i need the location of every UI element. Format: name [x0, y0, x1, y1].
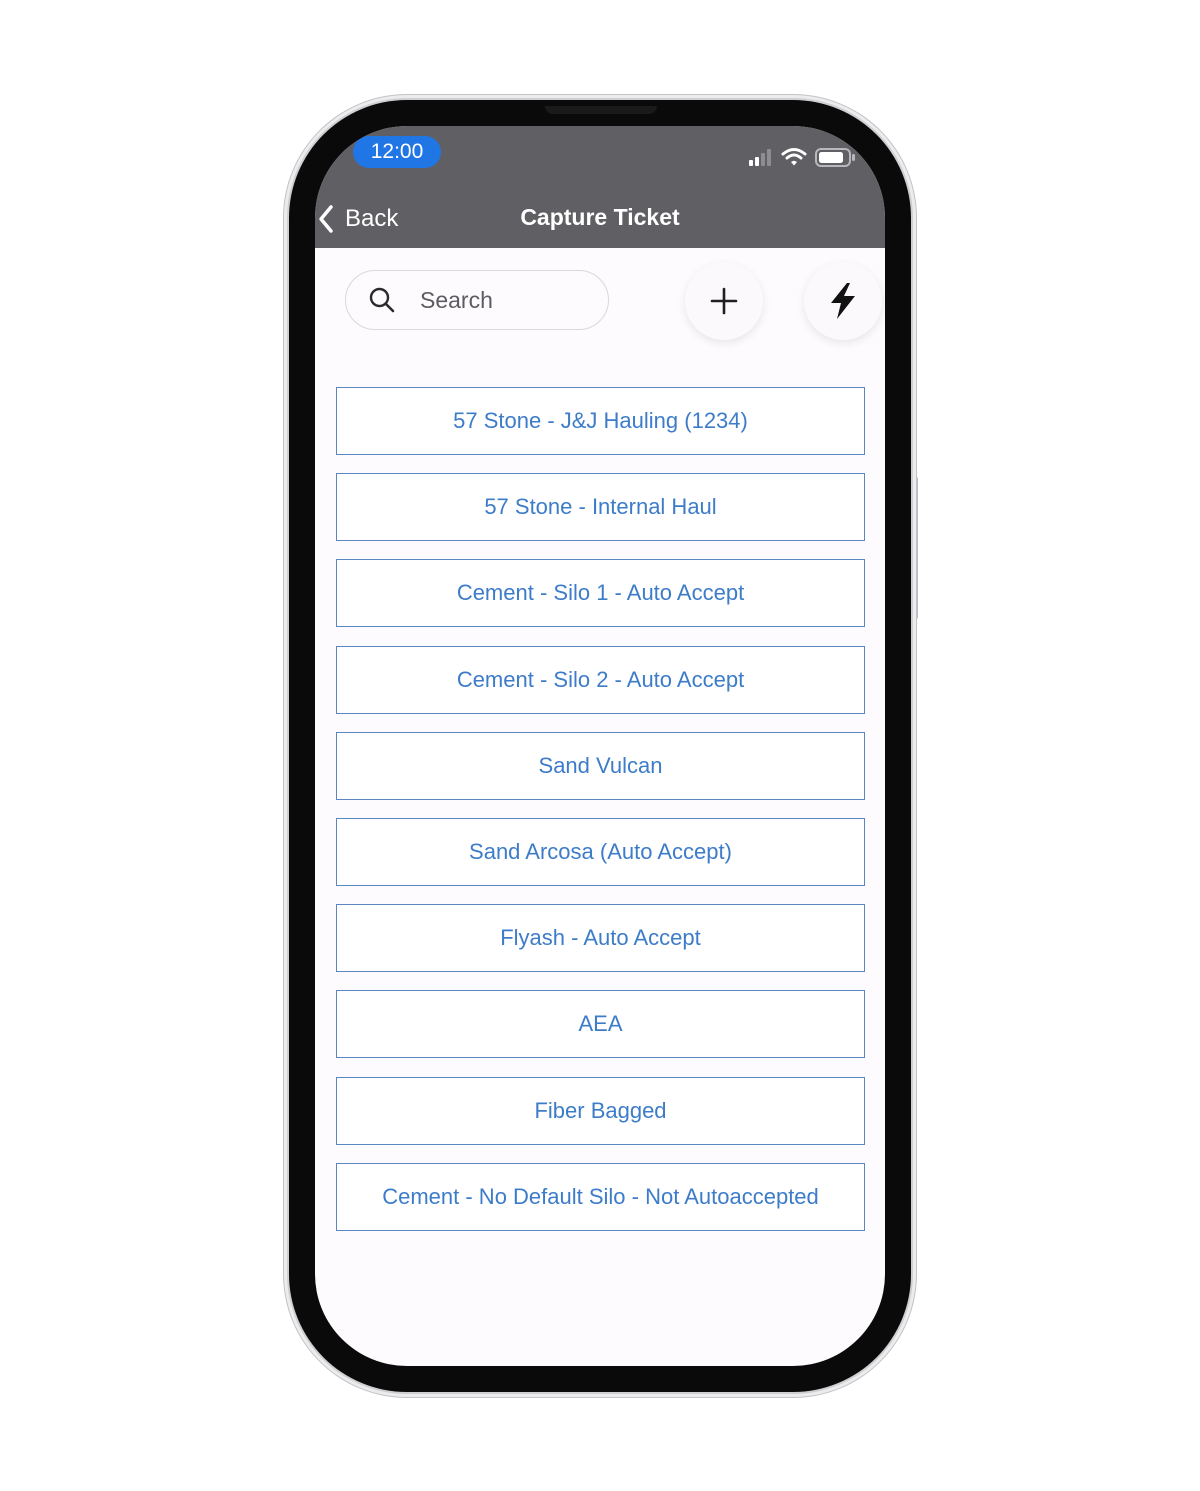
- add-ticket-button[interactable]: [685, 262, 763, 340]
- product-item[interactable]: 57 Stone - J&J Hauling (1234): [336, 387, 865, 455]
- product-item[interactable]: Fiber Bagged: [336, 1076, 865, 1145]
- search-icon: [369, 287, 395, 313]
- navigation-header: 12:00 Back Capture Ticket: [315, 126, 885, 248]
- product-item[interactable]: 57 Stone - Internal Haul: [336, 473, 865, 542]
- product-item[interactable]: AEA: [336, 990, 865, 1059]
- status-icons: [747, 146, 857, 168]
- plus-icon: [710, 287, 738, 315]
- wifi-icon: [781, 148, 807, 166]
- device-mockup: 12:00 Back Capture Ticket Search 57 Ston…: [0, 0, 1200, 1491]
- product-label: AEA: [578, 1011, 623, 1037]
- power-button: [910, 476, 918, 620]
- product-label: Cement - Silo 2 - Auto Accept: [456, 666, 745, 692]
- product-item[interactable]: Cement - Silo 1 - Auto Accept: [336, 559, 865, 628]
- speaker-notch: [545, 106, 657, 114]
- product-label: 57 Stone - J&J Hauling (1234): [453, 408, 748, 433]
- product-label: Sand Vulcan: [538, 752, 663, 778]
- signal-icon: [749, 149, 771, 166]
- quick-capture-button[interactable]: [804, 262, 882, 340]
- battery-icon: [815, 148, 855, 167]
- product-label: Fiber Bagged: [534, 1097, 667, 1123]
- product-item[interactable]: Cement - No Default Silo - Not Autoaccep…: [336, 1162, 865, 1231]
- product-label: Cement - Silo 1 - Auto Accept: [456, 580, 745, 606]
- product-list: 57 Stone - J&J Hauling (1234) 57 Stone - …: [336, 387, 865, 1249]
- page-title: Capture Ticket: [520, 204, 680, 230]
- product-item[interactable]: Cement - Silo 2 - Auto Accept: [336, 645, 865, 714]
- product-item[interactable]: Sand Arcosa (Auto Accept): [336, 817, 865, 886]
- phone-screen: 12:00 Back Capture Ticket Search 57 Ston…: [315, 126, 885, 1366]
- product-label: Sand Arcosa (Auto Accept): [469, 838, 732, 864]
- search-box[interactable]: [345, 270, 609, 330]
- product-item[interactable]: Sand Vulcan: [336, 731, 865, 800]
- product-item[interactable]: Flyash - Auto Accept: [336, 904, 865, 973]
- product-label: Flyash - Auto Accept: [500, 925, 701, 951]
- product-label: 57 Stone - Internal Haul: [484, 494, 717, 520]
- search-input[interactable]: [418, 285, 582, 315]
- status-time: 12:00: [353, 136, 441, 168]
- product-label: Cement - No Default Silo - Not Autoaccep…: [382, 1183, 819, 1209]
- lightning-icon: [831, 283, 855, 319]
